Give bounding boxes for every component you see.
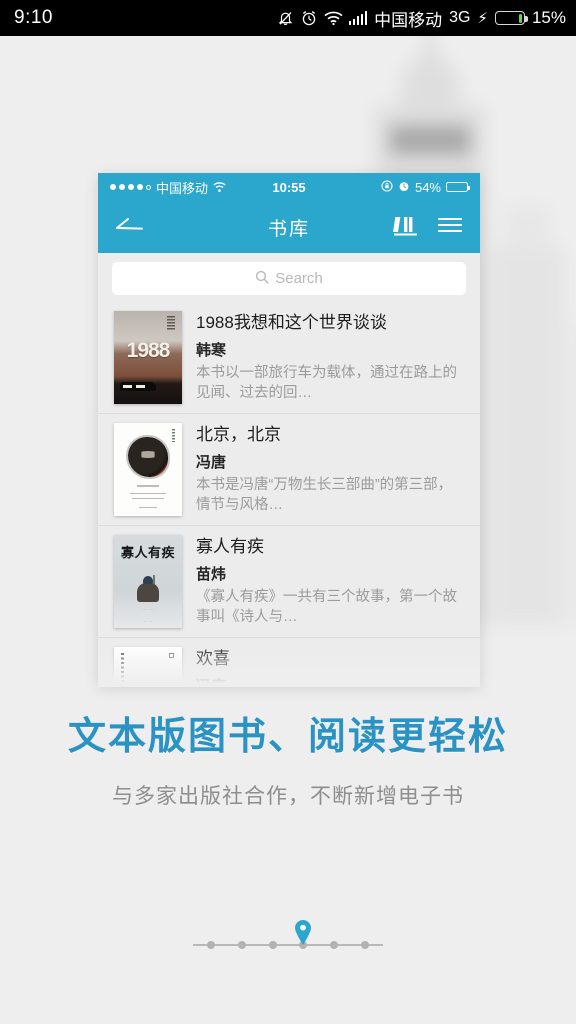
charging-bolt-icon: ⚡ bbox=[477, 10, 488, 27]
wifi-icon bbox=[324, 11, 343, 26]
book-list[interactable]: 1988 1988我想和这个世界谈谈 韩寒 本书以一部旅行车为载体，通过在路上的… bbox=[98, 302, 480, 685]
system-carrier-label: 中国移动 bbox=[374, 10, 443, 30]
bookshelf-icon[interactable] bbox=[392, 213, 419, 242]
book-cover: 寡人有疾 · · · · · · · · · · bbox=[114, 535, 182, 628]
book-description: 本书是冯唐“万物生长三部曲”的第三部，情节与风格… bbox=[196, 476, 453, 514]
book-cover bbox=[114, 423, 182, 516]
pager-dot[interactable] bbox=[237, 941, 246, 949]
pager-current-pin-icon[interactable] bbox=[293, 919, 313, 945]
alarm-icon bbox=[301, 10, 317, 26]
onboarding-pager[interactable] bbox=[0, 920, 576, 960]
book-title: 寡人有疾 bbox=[196, 537, 264, 556]
ios-battery-icon bbox=[446, 182, 470, 192]
alarm-icon bbox=[398, 180, 410, 195]
book-author: 冯唐 bbox=[196, 675, 230, 685]
promo-subline: 与多家出版社合作，不断新增电子书 bbox=[112, 785, 464, 808]
book-author: 冯唐 bbox=[196, 453, 227, 471]
book-list-item[interactable]: 1988 1988我想和这个世界谈谈 韩寒 本书以一部旅行车为载体，通过在路上的… bbox=[98, 302, 480, 414]
hamburger-menu-icon[interactable] bbox=[437, 215, 463, 240]
system-clock: 9:10 bbox=[14, 7, 53, 28]
book-title: 北京，北京 bbox=[196, 425, 281, 444]
promo-headline: 文本版图书、阅读更轻松 bbox=[67, 716, 508, 758]
ios-battery-percent-label: 54% bbox=[414, 179, 441, 195]
book-description: 《寡人有疾》一共有三个故事，第一个故事叫《诗人与… bbox=[196, 588, 457, 626]
search-input[interactable]: Search bbox=[112, 262, 466, 295]
book-title: 1988我想和这个世界谈谈 bbox=[196, 313, 387, 332]
book-list-item[interactable]: 北京，北京 冯唐 本书是冯唐“万物生长三部曲”的第三部，情节与风格… bbox=[98, 414, 480, 526]
ios-status-bar: 中国移动 10:55 54% bbox=[98, 173, 480, 201]
book-title: 欢喜 bbox=[196, 649, 230, 668]
book-author: 韩寒 bbox=[196, 341, 227, 359]
book-list-item[interactable]: 欢喜 冯唐 bbox=[98, 638, 480, 685]
book-cover bbox=[114, 647, 182, 685]
battery-percent-label: 15% bbox=[531, 8, 566, 27]
book-list-item[interactable]: 寡人有疾 · · · · · · · · · · 寡人有疾 苗炜 《寡人有疾》一… bbox=[98, 526, 480, 638]
book-description: 本书以一部旅行车为载体，通过在路上的见闻、过去的回… bbox=[196, 364, 457, 402]
search-placeholder: Search bbox=[275, 270, 323, 287]
system-status-bar: 9:10 中国移动 3G ⚡ 15% bbox=[0, 0, 576, 36]
signal-bars-icon bbox=[348, 11, 368, 25]
network-type-label: 3G bbox=[449, 9, 471, 26]
book-cover-title: 寡人有疾 bbox=[120, 545, 175, 560]
pager-track bbox=[193, 920, 383, 949]
search-bar-container: Search bbox=[98, 253, 480, 302]
book-cover: 1988 bbox=[114, 311, 182, 404]
pager-dot[interactable] bbox=[207, 941, 215, 949]
battery-icon bbox=[494, 11, 528, 25]
rotation-lock-icon bbox=[381, 179, 393, 195]
search-icon bbox=[255, 270, 269, 288]
pager-dot[interactable] bbox=[361, 941, 369, 949]
book-author: 苗炜 bbox=[196, 565, 227, 583]
promo-copy: 文本版图书、阅读更轻松 与多家出版社合作，不断新增电子书 bbox=[0, 705, 576, 810]
phone-mockup: 中国移动 10:55 54% 书库 Search 1988 1988我想和这个世… bbox=[98, 173, 480, 685]
pager-dot[interactable] bbox=[330, 941, 339, 949]
app-navbar: 书库 bbox=[98, 201, 480, 253]
pager-dot[interactable] bbox=[268, 941, 277, 949]
mute-icon bbox=[277, 10, 294, 27]
book-cover-title: 1988 bbox=[126, 338, 171, 362]
